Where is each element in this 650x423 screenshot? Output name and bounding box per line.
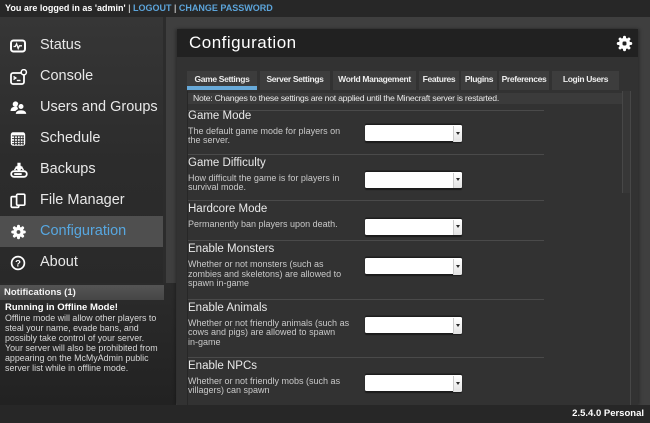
svg-text:?: ? xyxy=(15,258,21,269)
